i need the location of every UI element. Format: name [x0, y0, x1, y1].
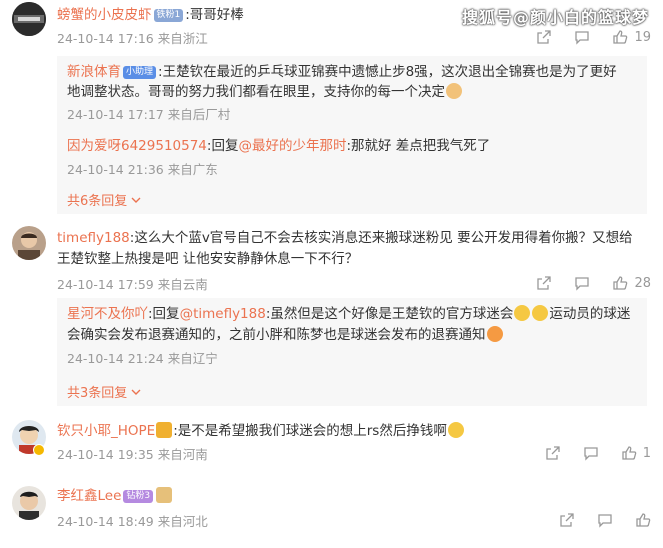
flushed-emoji-icon	[486, 326, 503, 342]
doge-emoji-icon	[156, 487, 173, 503]
like-button[interactable]: 28	[612, 275, 651, 291]
fan-badge: 铁粉1	[153, 9, 184, 22]
like-count: 19	[634, 29, 651, 45]
share-button[interactable]	[536, 275, 552, 291]
reply-text-cont: 地调整状态。哥哥的努力我们都看在眼里，支持你的每一个决定	[67, 84, 445, 100]
like-icon	[636, 513, 651, 527]
vip-badge-icon	[33, 444, 45, 456]
comment-button[interactable]	[597, 512, 613, 528]
comment-text: :哥哥好棒	[185, 7, 244, 23]
like-icon	[622, 446, 637, 460]
comment-text: :是不是希望搬我们球迷会的想上rs然后挣钱啊	[173, 423, 447, 439]
share-icon	[537, 30, 552, 44]
mention-link[interactable]: @timefly188	[180, 306, 266, 322]
chevron-down-icon	[131, 197, 141, 203]
comment-button[interactable]	[583, 445, 599, 461]
comment-text: :这么大个蓝v官号自己不会去核实消息还来搬球迷粉见 要公开发用得着你搬？又想给	[129, 230, 633, 246]
comment-button[interactable]	[574, 29, 590, 45]
reply-box: 星河不及你吖:回复@timefly188:虽然但是这个好像是王楚钦的官方球迷会 运…	[57, 298, 647, 406]
like-button[interactable]	[635, 512, 651, 528]
like-count: 1	[642, 445, 651, 461]
reply-prefix: :回复	[206, 138, 239, 154]
assistant-badge: 小助理	[123, 66, 157, 79]
chevron-down-icon	[131, 389, 141, 395]
comment-text-cont: 王楚钦整上热搜是吧 让他安安静静休息一下不行？	[57, 251, 359, 267]
like-icon	[613, 30, 628, 44]
comment-meta: 24-10-14 18:49 来自河北	[57, 514, 208, 529]
reply-text-cont: 会确实会发布退赛通知的，之前小胖和陈梦也是球迷会发布的退赛通知	[67, 327, 486, 343]
comment-icon	[584, 447, 598, 461]
laugh-cry-emoji-icon	[514, 305, 531, 321]
more-replies-label: 共3条回复	[67, 386, 128, 401]
more-replies-label: 共6条回复	[67, 194, 128, 209]
reply-prefix: :回复	[148, 306, 180, 322]
username[interactable]: 李红鑫Lee	[57, 488, 121, 504]
avatar[interactable]	[12, 2, 46, 36]
reply-text: :王楚钦在最近的乒乓球亚锦赛中遗憾止步8强，这次退出全锦赛也是为了更好	[158, 64, 617, 80]
username[interactable]: 新浪体育	[67, 64, 121, 80]
mention-link[interactable]: @最好的少年那时	[238, 138, 346, 154]
reply-meta: 24-10-14 21:24 来自辽宁	[67, 351, 218, 366]
comment-button[interactable]	[574, 275, 590, 291]
comment-icon	[575, 277, 590, 291]
reply-text: :那就好 差点把我气死了	[346, 138, 491, 154]
more-replies-link[interactable]: 共3条回复	[67, 382, 141, 401]
laugh-cry-emoji-icon	[532, 305, 549, 321]
money-emoji-icon	[447, 422, 464, 438]
reply-meta: 24-10-14 21:36 来自广东	[67, 162, 218, 177]
like-button[interactable]: 19	[612, 29, 651, 45]
share-button[interactable]	[559, 512, 575, 528]
like-count: 28	[634, 275, 651, 291]
share-icon	[537, 276, 552, 290]
share-icon	[560, 513, 574, 527]
crown-emoji-icon	[156, 422, 173, 438]
avatar[interactable]	[12, 486, 46, 520]
reply-meta: 24-10-14 17:17 来自后厂村	[67, 107, 231, 122]
username[interactable]: 螃蟹的小皮皮虾	[57, 7, 152, 23]
like-button[interactable]: 1	[621, 445, 651, 461]
more-replies-link[interactable]: 共6条回复	[67, 190, 141, 209]
comment-meta: 24-10-14 19:35 来自河南	[57, 447, 208, 462]
comment-meta: 24-10-14 17:16 来自浙江	[57, 31, 208, 46]
fan-badge: 钻粉3	[123, 490, 154, 503]
username[interactable]: 钦只小耶_HOPE	[57, 423, 155, 439]
username[interactable]: timefly188	[57, 230, 130, 246]
comment-icon	[598, 514, 612, 528]
watermark: 搜狐号@颜小白的篮球梦	[461, 8, 649, 27]
share-button[interactable]	[536, 29, 552, 45]
share-icon	[546, 446, 560, 460]
muscle-emoji-icon	[446, 83, 462, 99]
like-icon	[613, 276, 628, 290]
share-button[interactable]	[545, 445, 561, 461]
comment-meta: 24-10-14 17:59 来自云南	[57, 277, 208, 292]
reply-text-b: 运动员的球迷	[549, 306, 631, 322]
avatar[interactable]	[12, 226, 46, 260]
reply-text: :虽然但是这个好像是王楚钦的官方球迷会	[265, 306, 514, 322]
username[interactable]: 星河不及你吖	[67, 306, 148, 322]
reply-box: 新浪体育 小助理:王楚钦在最近的乒乓球亚锦赛中遗憾止步8强，这次退出全锦赛也是为了…	[57, 56, 647, 214]
comment-icon	[575, 31, 590, 45]
username[interactable]: 因为爱呀6429510574	[67, 138, 207, 154]
